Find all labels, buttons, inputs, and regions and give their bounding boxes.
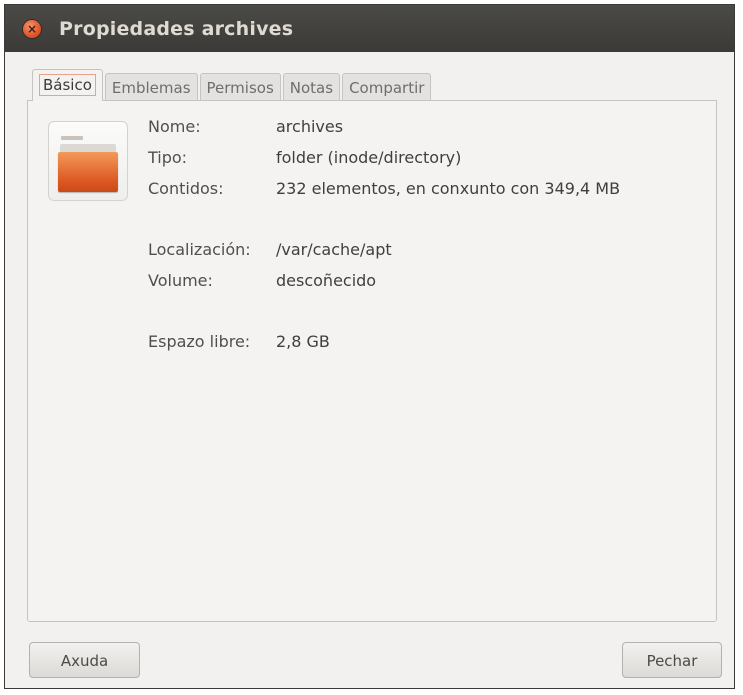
folder-icon[interactable] [48,121,128,201]
folder-tab-shape [61,136,83,140]
properties-notebook: Básico Emblemas Permisos Notas Compartir… [27,69,718,622]
properties-window: × Propiedades archives Básico Emblemas P… [4,4,735,689]
free-space-value: 2,8 GB [276,332,330,351]
name-value[interactable]: archives [276,111,343,142]
volume-row: Volume: descoñecido [148,265,620,296]
tab-share-label: Compartir [349,79,425,97]
name-row: Nome: archives [148,111,620,142]
title-bar[interactable]: × Propiedades archives [5,5,734,52]
tab-share[interactable]: Compartir [342,73,432,101]
tab-notes-label: Notas [289,79,334,97]
close-window-icon[interactable]: × [23,19,41,38]
type-row: Tipo: folder (inode/directory) [148,142,620,173]
tab-basic-label: Básico [39,74,96,96]
folder-body-shape [58,152,118,192]
location-row: Localización: /var/cache/apt [148,234,620,265]
name-label: Nome: [148,117,201,136]
tab-emblems-label: Emblemas [111,79,191,97]
basic-panel: Nome: archives Tipo: folder (inode/direc… [27,100,717,622]
tab-permissions-label: Permisos [206,79,274,97]
window-title: Propiedades archives [59,17,294,40]
free-space-row: Espazo libre: 2,8 GB [148,326,620,357]
tab-emblems[interactable]: Emblemas [104,73,198,101]
tab-notes[interactable]: Notas [282,73,341,101]
properties-list: Nome: archives Tipo: folder (inode/direc… [148,111,620,357]
help-button[interactable]: Axuda [29,642,140,678]
volume-label: Volume: [148,271,213,290]
type-value: folder (inode/directory) [276,148,462,167]
free-space-label: Espazo libre: [148,332,251,351]
tab-permissions[interactable]: Permisos [199,73,281,101]
type-label: Tipo: [148,148,188,167]
contents-row: Contidos: 232 elementos, en conxunto con… [148,173,620,204]
location-label: Localización: [148,240,251,259]
location-value: /var/cache/apt [276,240,392,259]
close-button[interactable]: Pechar [622,642,722,678]
tab-basic[interactable]: Básico [32,69,103,101]
contents-value: 232 elementos, en conxunto con 349,4 MB [276,179,621,198]
tab-bar: Básico Emblemas Permisos Notas Compartir [27,69,718,101]
contents-label: Contidos: [148,179,224,198]
volume-value: descoñecido [276,271,377,290]
